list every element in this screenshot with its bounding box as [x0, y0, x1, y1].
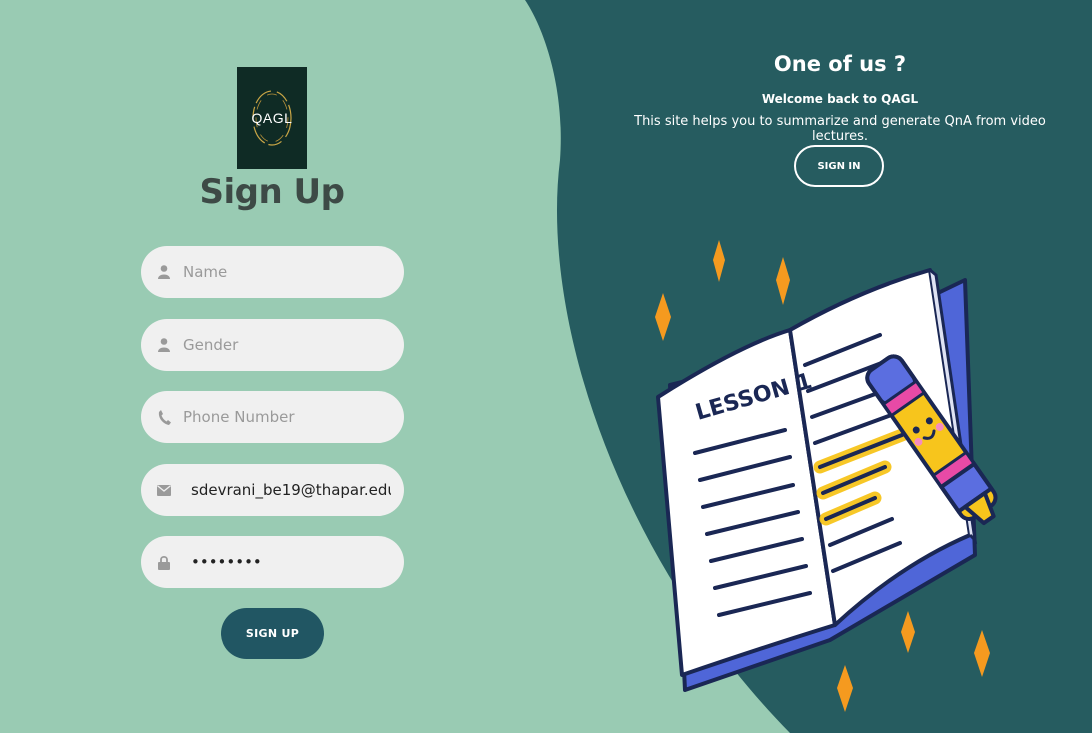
signup-title: Sign Up — [199, 172, 345, 212]
user-icon — [157, 264, 171, 280]
name-input[interactable] — [183, 263, 383, 281]
user-icon — [157, 337, 171, 353]
name-field[interactable] — [141, 246, 404, 298]
password-input[interactable] — [191, 553, 391, 571]
gender-field[interactable] — [141, 319, 404, 371]
logo-text: QAGL — [251, 110, 293, 126]
email-input[interactable] — [191, 481, 391, 499]
password-field[interactable] — [141, 536, 404, 588]
phone-input[interactable] — [183, 408, 383, 426]
qagl-logo: QAGL — [237, 67, 307, 169]
gender-input[interactable] — [183, 336, 383, 354]
mail-icon — [157, 482, 171, 498]
book-illustration: LESSON 1 — [655, 240, 998, 712]
phone-icon — [157, 409, 171, 425]
signin-button[interactable]: SIGN IN — [794, 145, 884, 187]
lock-icon — [157, 554, 171, 570]
signin-panel-title: One of us ? — [773, 52, 907, 76]
signup-button[interactable]: SIGN UP — [221, 608, 324, 659]
signin-panel-description: This site helps you to summarize and gen… — [634, 114, 1046, 144]
signin-panel-subtitle: Welcome back to QAGL — [761, 92, 919, 106]
email-field[interactable] — [141, 464, 404, 516]
phone-field[interactable] — [141, 391, 404, 443]
